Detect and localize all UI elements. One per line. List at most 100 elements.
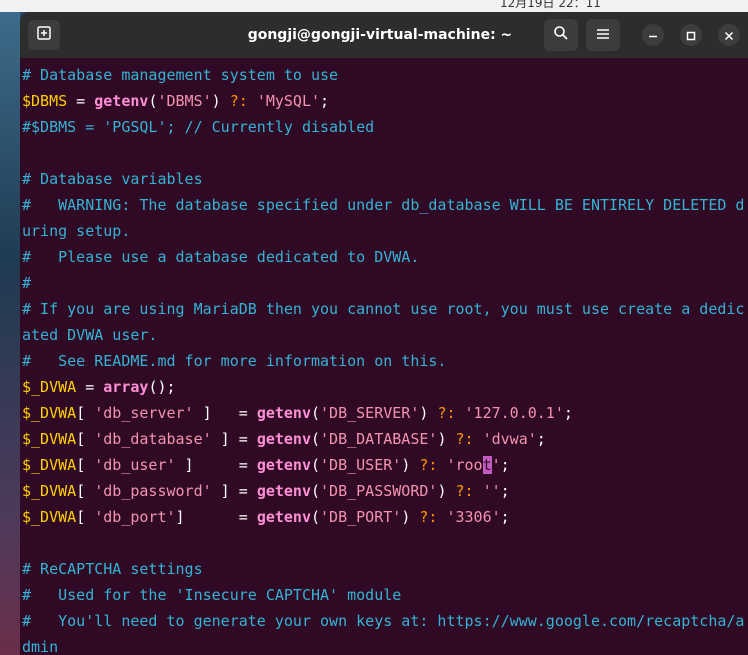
code-token: ] = (211, 430, 257, 448)
code-token: [ (76, 430, 95, 448)
code-token: # Database management system to use (22, 66, 339, 84)
code-token: ; (536, 430, 546, 448)
code-token: $_DVWA (22, 378, 77, 396)
code-token: 'DB_PASSWORD' (320, 482, 438, 500)
code-token: 'DB_PORT' (320, 508, 402, 526)
code-token: 'db_user' (94, 456, 176, 474)
terminal-line: $_DVWA[ 'db_password' ] = getenv('DB_PAS… (20, 478, 748, 504)
code-token: #$DBMS = 'PGSQL'; // Currently disabled (22, 118, 375, 136)
terminal-line: # Please use a database dedicated to DVW… (20, 244, 748, 270)
minimize-icon (648, 26, 658, 45)
code-token: ] = (193, 404, 257, 422)
code-token: getenv (256, 456, 311, 474)
code-token: 'DB_USER' (320, 456, 402, 474)
terminal-line: # Database management system to use (20, 62, 748, 88)
minimize-button[interactable] (642, 24, 664, 46)
code-token: 'db_password' (94, 482, 212, 500)
maximize-button[interactable] (680, 24, 702, 46)
terminal-line: # You'll need to generate your own keys … (20, 608, 748, 634)
terminal-line: $_DVWA[ 'db_server' ] = getenv('DB_SERVE… (20, 400, 748, 426)
code-token: # (22, 274, 32, 292)
clock[interactable]: 12月19日 22：11 (500, 0, 601, 11)
code-token: $_DVWA (22, 430, 77, 448)
code-token: (); (148, 378, 176, 396)
code-token: 'db_database' (94, 430, 212, 448)
code-token: getenv (256, 508, 311, 526)
code-token: getenv (94, 92, 149, 110)
code-token: # Used for the 'Insecure CAPTCHA' module (22, 586, 402, 604)
terminal-line: # WARNING: The database specified under … (20, 192, 748, 218)
code-token: ; (320, 92, 330, 110)
search-icon (553, 25, 569, 45)
close-icon (724, 26, 734, 45)
code-token: = (76, 378, 104, 396)
terminal-line: ated DVWA user. (20, 322, 748, 348)
code-token: # See README.md for more information on … (22, 352, 447, 370)
menu-button[interactable] (586, 19, 620, 51)
window-title: gongji@gongji-virtual-machine: ~ (247, 27, 513, 43)
title-bar[interactable]: gongji@gongji-virtual-machine: ~ (20, 12, 748, 58)
code-token: array (103, 378, 149, 396)
terminal-content[interactable]: # Database management system to use $DBMS… (20, 62, 748, 655)
terminal-line: $_DVWA[ 'db_user' ] = getenv('DB_USER') … (20, 452, 748, 478)
new-tab-button[interactable] (28, 20, 60, 50)
code-token: ( (311, 430, 321, 448)
code-token: ; (500, 456, 510, 474)
terminal-line: $_DVWA = array(); (20, 374, 748, 400)
maximize-icon (686, 26, 696, 45)
code-token: getenv (256, 430, 311, 448)
code-token: # If you are using MariaDB then you cann… (22, 300, 745, 318)
code-token: 'DB_DATABASE' (320, 430, 438, 448)
code-token: = (67, 92, 95, 110)
code-token: ) (211, 92, 230, 110)
code-token: ; (500, 482, 510, 500)
terminal-line: #$DBMS = 'PGSQL'; // Currently disabled (20, 114, 748, 140)
desktop-background (0, 0, 20, 655)
close-button[interactable] (718, 24, 740, 46)
code-token: # WARNING: The database specified under … (22, 196, 745, 214)
code-token: [ (76, 404, 95, 422)
code-token: $_DVWA (22, 482, 77, 500)
code-token: $_DVWA (22, 404, 77, 422)
code-token: $_DVWA (22, 456, 77, 474)
code-token: 'MySQL' (256, 92, 321, 110)
code-token: ?: (419, 456, 438, 474)
code-token: getenv (256, 482, 311, 500)
code-token: ?: (455, 430, 474, 448)
terminal-line: # See README.md for more information on … (20, 348, 748, 374)
terminal-line: # Database variables (20, 166, 748, 192)
search-button[interactable] (544, 19, 578, 51)
code-token: $_DVWA (22, 508, 77, 526)
terminal-line: dmin (20, 634, 748, 655)
terminal-line: $DBMS = getenv('DBMS') ?: 'MySQL'; (20, 88, 748, 114)
code-token: ) (401, 456, 420, 474)
terminal-line: uring setup. (20, 218, 748, 244)
code-token: getenv (256, 404, 311, 422)
code-token: ated DVWA user. (22, 326, 158, 344)
hamburger-menu-icon (596, 26, 610, 45)
code-token: dmin (22, 638, 59, 655)
code-token: '' (482, 482, 501, 500)
text-cursor: t (482, 456, 492, 474)
code-token: ] = (175, 456, 257, 474)
code-token: ?: (455, 482, 474, 500)
code-token: ] = (175, 508, 257, 526)
code-token: ) (401, 508, 420, 526)
code-token: ) (437, 430, 456, 448)
code-token: ) (437, 482, 456, 500)
code-token: '127.0.0.1' (464, 404, 564, 422)
code-token: ' (491, 456, 501, 474)
code-token: uring setup. (22, 222, 131, 240)
terminal-line: # Used for the 'Insecure CAPTCHA' module (20, 582, 748, 608)
code-token: ) (419, 404, 438, 422)
code-token: # You'll need to generate your own keys … (22, 612, 745, 630)
code-token: '3306' (446, 508, 501, 526)
code-token: [ (76, 482, 95, 500)
code-token: [ (76, 456, 95, 474)
code-token: ; (500, 508, 510, 526)
top-panel: 12月19日 22：11 (0, 0, 748, 12)
